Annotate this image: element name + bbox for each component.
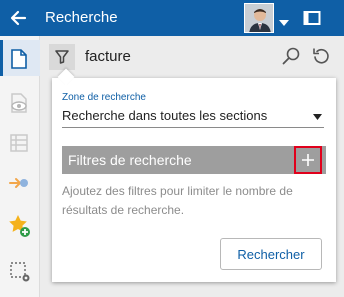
left-rail bbox=[0, 36, 40, 297]
link-icon bbox=[9, 178, 28, 188]
window-button[interactable] bbox=[303, 10, 321, 26]
zone-label: Zone de recherche bbox=[62, 92, 146, 103]
eye-icon bbox=[11, 93, 27, 113]
rail-item-links[interactable] bbox=[0, 164, 40, 200]
rail-item-selection[interactable] bbox=[0, 252, 40, 288]
rail-item-document[interactable] bbox=[0, 40, 40, 76]
page-title: Recherche bbox=[45, 9, 118, 26]
search-button[interactable] bbox=[281, 46, 301, 66]
avatar[interactable] bbox=[244, 3, 274, 33]
filter-icon bbox=[55, 50, 69, 64]
user-avatar bbox=[245, 4, 273, 32]
search-options-panel: Zone de recherche Recherche dans toutes … bbox=[52, 78, 336, 282]
zone-select[interactable]: Recherche dans toutes les sections bbox=[62, 106, 324, 128]
zone-value: Recherche dans toutes les sections bbox=[62, 108, 268, 123]
document-icon bbox=[11, 49, 27, 69]
rechercher-button[interactable]: Rechercher bbox=[220, 238, 322, 270]
filters-help-text: Ajoutez des filtres pour limiter le nomb… bbox=[62, 184, 293, 217]
caret-down-icon bbox=[279, 20, 289, 26]
app-header: Recherche bbox=[0, 0, 344, 36]
plus-icon bbox=[302, 154, 314, 166]
selection-settings-icon bbox=[10, 262, 30, 282]
filter-toggle-button[interactable] bbox=[49, 44, 75, 70]
list-icon bbox=[10, 134, 28, 152]
back-arrow-icon bbox=[10, 10, 27, 26]
add-filter-button[interactable] bbox=[294, 146, 322, 174]
filters-header: Filtres de recherche bbox=[62, 146, 326, 174]
filters-title: Filtres de recherche bbox=[68, 152, 192, 168]
rail-item-favorites[interactable] bbox=[0, 206, 40, 242]
reset-icon bbox=[313, 48, 329, 64]
back-button[interactable] bbox=[8, 8, 28, 28]
rail-item-preview[interactable] bbox=[0, 84, 40, 120]
search-icon bbox=[282, 47, 300, 65]
rail-item-list[interactable] bbox=[0, 124, 40, 160]
caret-down-icon bbox=[313, 114, 322, 120]
window-icon bbox=[303, 11, 321, 25]
star-add-icon bbox=[9, 215, 30, 237]
search-bar bbox=[41, 36, 344, 76]
reset-button[interactable] bbox=[311, 46, 331, 66]
search-input[interactable] bbox=[85, 45, 265, 67]
account-menu-caret[interactable] bbox=[279, 14, 289, 26]
